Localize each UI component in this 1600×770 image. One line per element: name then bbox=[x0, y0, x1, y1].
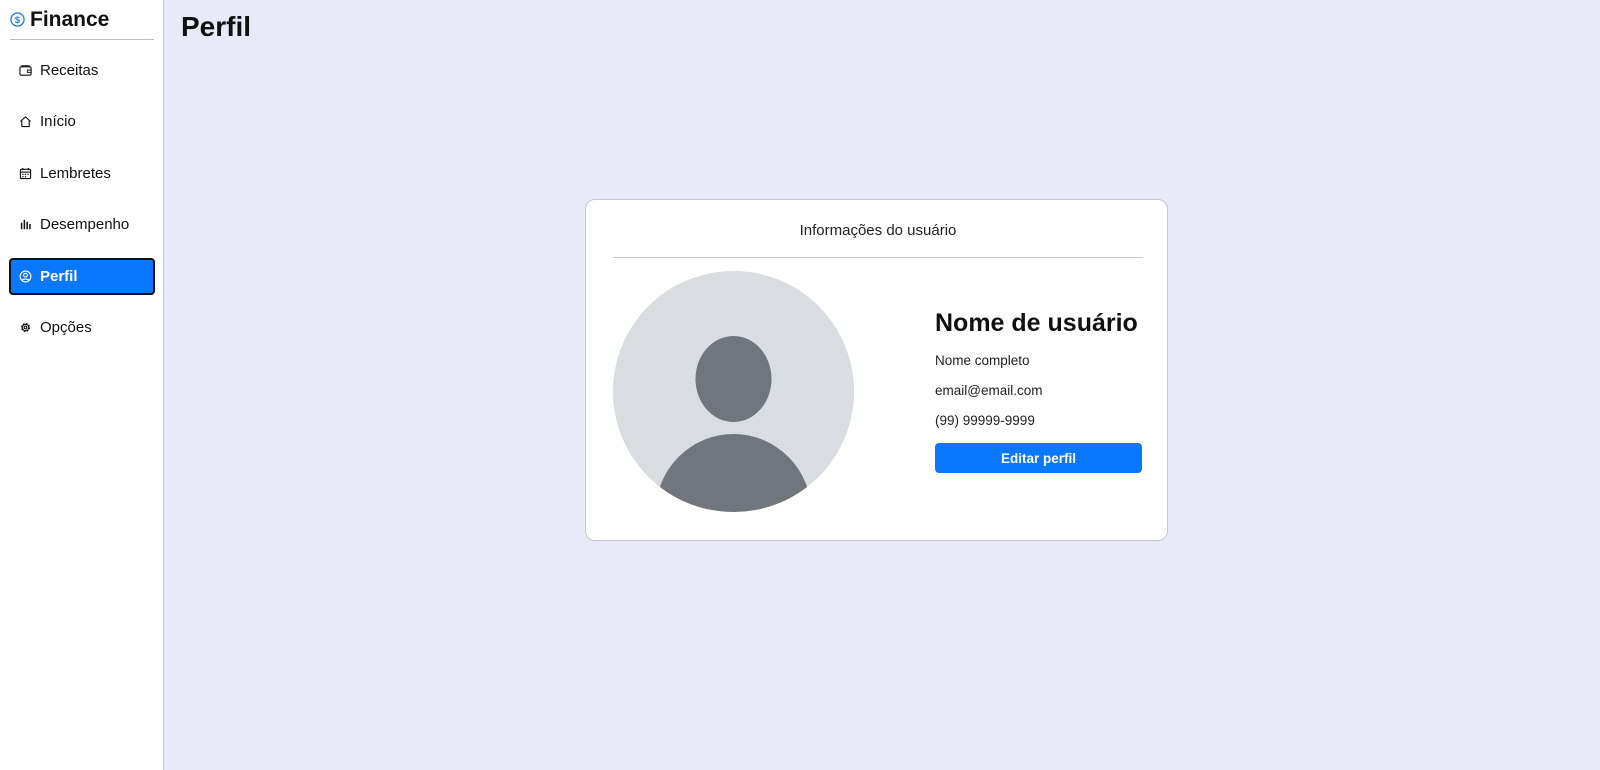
app-title: Finance bbox=[30, 8, 110, 31]
sidebar-item-receitas[interactable]: Receitas bbox=[9, 52, 155, 89]
profile-card: Informações do usuário Nome de usuário N… bbox=[585, 199, 1168, 541]
full-name: Nome completo bbox=[935, 353, 1030, 368]
bar-chart-icon bbox=[20, 219, 31, 230]
sidebar-item-label: Desempenho bbox=[40, 216, 130, 233]
gear-icon bbox=[20, 322, 31, 333]
sidebar: $ Finance Receitas Início Lembretes Dese… bbox=[0, 0, 164, 770]
sidebar-item-inicio[interactable]: Início bbox=[9, 103, 155, 140]
page-title: Perfil bbox=[181, 11, 252, 42]
edit-profile-button[interactable]: Editar perfil bbox=[935, 443, 1142, 473]
sidebar-item-label: Lembretes bbox=[40, 165, 111, 182]
sidebar-item-desempenho[interactable]: Desempenho bbox=[9, 206, 155, 243]
sidebar-item-label: Receitas bbox=[40, 62, 99, 79]
svg-text:$: $ bbox=[15, 15, 21, 25]
user-circle-icon bbox=[19, 270, 32, 283]
sidebar-item-opcoes[interactable]: Opções bbox=[9, 309, 155, 346]
username: Nome de usuário bbox=[935, 309, 1138, 337]
default-avatar-icon bbox=[613, 271, 854, 512]
wallet-icon bbox=[19, 65, 32, 76]
phone: (99) 99999-9999 bbox=[935, 413, 1035, 428]
sidebar-item-label: Perfil bbox=[40, 268, 78, 285]
sidebar-item-perfil[interactable]: Perfil bbox=[9, 258, 155, 295]
user-info: Nome de usuário Nome completo email@emai… bbox=[935, 308, 1143, 473]
sidebar-item-label: Opções bbox=[40, 319, 92, 336]
profile-card-header: Informações do usuário bbox=[613, 200, 1143, 258]
dollar-circle-icon: $ bbox=[10, 12, 25, 27]
email: email@email.com bbox=[935, 383, 1043, 398]
home-icon bbox=[20, 116, 31, 128]
sidebar-item-label: Início bbox=[40, 113, 76, 130]
brand[interactable]: $ Finance bbox=[10, 8, 154, 40]
sidebar-item-lembretes[interactable]: Lembretes bbox=[9, 155, 155, 192]
calendar-icon bbox=[19, 167, 32, 180]
